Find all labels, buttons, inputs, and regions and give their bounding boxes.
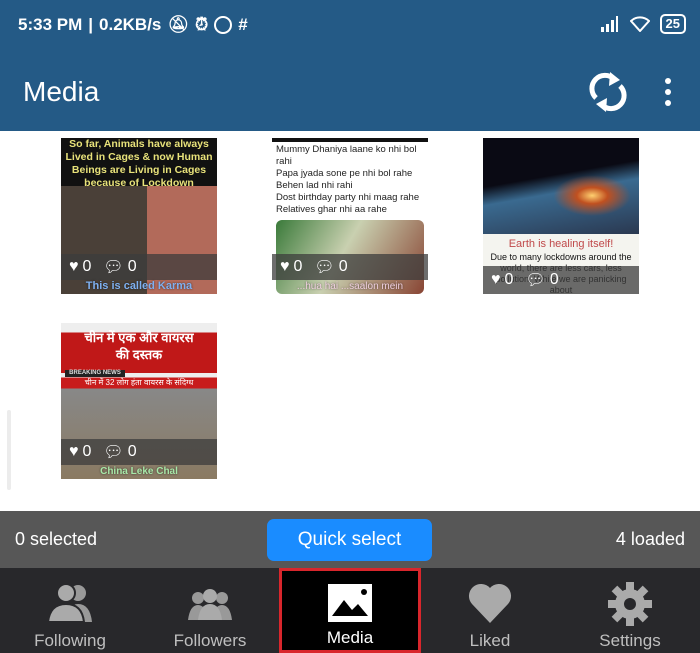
comment-icon: 💬︎: [103, 444, 124, 461]
media-footer: China Leke Chal: [100, 466, 178, 477]
signal-icon: [600, 16, 618, 32]
selected-count: 0 selected: [15, 529, 98, 549]
status-bar: 5:33 PM | 0.2KB/s 🔕︎ ⏰︎ #: [18, 15, 248, 35]
whatsapp-icon: [214, 16, 233, 34]
heart-icon: ♥: [69, 258, 79, 275]
media-footer: This is called Karma: [85, 280, 193, 292]
mute-icon: 🔕︎: [167, 15, 189, 34]
tab-liked[interactable]: Liked: [420, 568, 560, 653]
status-time: 5:33 PM: [18, 15, 83, 34]
comment-icon: 💬︎: [525, 272, 546, 289]
media-item[interactable]: So far, Animals have always Lived in Cag…: [61, 138, 217, 294]
media-caption: Mummy Dhaniya laane ko nhi bol rahi Papa…: [276, 144, 420, 215]
comment-icon: 💬︎: [103, 259, 124, 276]
loaded-count: 4 loaded: [615, 529, 685, 549]
tab-followers[interactable]: Followers: [140, 568, 280, 653]
media-footer: ...hua hai ...saalon mein: [296, 281, 404, 292]
battery-indicator: 25: [659, 14, 686, 34]
network-speed: 0.2KB/s: [99, 15, 162, 34]
tab-media[interactable]: Media: [279, 568, 421, 653]
divider: |: [88, 15, 94, 34]
comment-icon: 💬︎: [314, 259, 335, 276]
refresh-icon[interactable]: [588, 70, 628, 114]
media-caption: So far, Animals have always Lived in Cag…: [65, 138, 213, 189]
media-item[interactable]: Earth is healing itself! Due to many loc…: [483, 138, 639, 294]
gear-icon: [608, 582, 652, 626]
slack-icon: #: [238, 15, 248, 34]
media-caption: Earth is healing itself!: [508, 238, 614, 250]
media-item[interactable]: Mummy Dhaniya laane ko nhi bol rahi Papa…: [272, 138, 428, 294]
bottom-nav: Following Followers Media Liked Settings: [0, 568, 700, 653]
scrollbar[interactable]: [7, 410, 11, 490]
page-title: Media: [23, 76, 100, 107]
heart-icon: ♥: [491, 271, 501, 288]
selection-bar: 0 selected Quick select 4 loaded: [0, 511, 700, 568]
app-bar: 5:33 PM | 0.2KB/s 🔕︎ ⏰︎ # 25 Media: [0, 0, 700, 131]
user-pair-icon: [48, 583, 92, 623]
media-item[interactable]: चीन में एक और वायरस की दस्तक BREAKING NE…: [61, 323, 217, 479]
heart-icon: ♥: [69, 443, 79, 460]
heart-icon: [468, 583, 512, 623]
alarm-icon: ⏰︎: [194, 15, 209, 34]
tab-following[interactable]: Following: [0, 568, 140, 653]
tab-settings[interactable]: Settings: [560, 568, 700, 653]
more-options-icon[interactable]: [662, 78, 674, 106]
users-group-icon: [188, 589, 232, 620]
media-caption: चीन में एक और वायरस की दस्तक: [84, 330, 194, 362]
wifi-icon: [629, 16, 650, 32]
quick-select-button[interactable]: Quick select: [267, 519, 432, 561]
image-icon: [328, 584, 372, 622]
news-ticker: चीन में 32 लोग हंता वायरस के संदिग्ध: [84, 378, 194, 387]
heart-icon: ♥: [280, 258, 290, 275]
